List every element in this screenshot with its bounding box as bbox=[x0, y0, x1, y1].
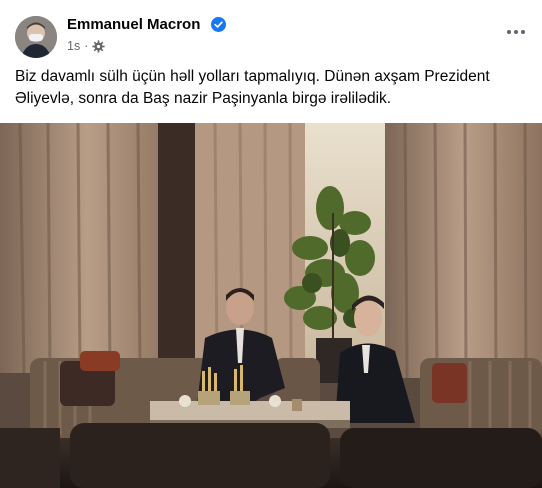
verified-badge-icon bbox=[211, 17, 226, 32]
post-header: Emmanuel Macron 1s · bbox=[0, 0, 542, 62]
author-name[interactable]: Emmanuel Macron bbox=[67, 16, 200, 33]
avatar[interactable] bbox=[15, 16, 57, 58]
post-text: Biz davamlı sülh üçün həll yolları tapma… bbox=[15, 66, 530, 110]
meta-separator: · bbox=[84, 39, 89, 53]
more-options-icon bbox=[507, 30, 511, 34]
post-photo[interactable] bbox=[0, 123, 542, 488]
post-text-line: Biz davamlı sülh üçün həll yolları tapma… bbox=[15, 68, 490, 85]
more-options-dot bbox=[514, 30, 518, 34]
post-timestamp[interactable]: 1s bbox=[67, 39, 80, 53]
post-text-line: Əliyevlə, sonra da Baş nazir Paşinyanla … bbox=[15, 90, 392, 107]
post-meta: 1s · bbox=[67, 39, 105, 53]
gear-icon[interactable] bbox=[92, 39, 105, 53]
more-options-dot bbox=[521, 30, 525, 34]
more-options-button[interactable] bbox=[504, 22, 528, 42]
